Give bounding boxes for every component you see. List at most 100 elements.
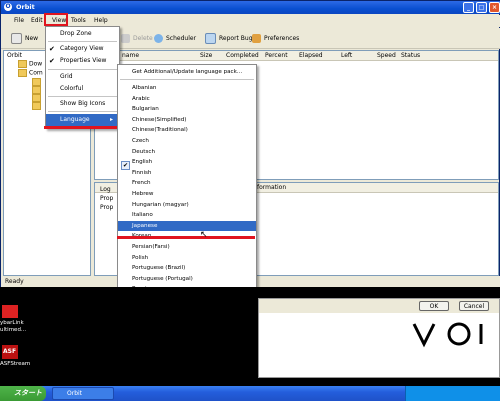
orbit-logo-icon: O <box>4 3 12 11</box>
column-header[interactable]: Percent <box>265 52 288 59</box>
column-header[interactable]: name <box>122 52 139 59</box>
menu-category-view[interactable]: ✔ Category View <box>46 43 119 55</box>
language-item[interactable]: Polish <box>118 253 256 264</box>
language-item[interactable]: Albanian <box>118 83 256 94</box>
menu-colorful[interactable]: Colorful <box>46 83 119 95</box>
tree-item-download[interactable]: Dow <box>18 60 42 68</box>
language-item[interactable]: Czech <box>118 136 256 147</box>
desktop-label: ybarLink <box>0 320 24 326</box>
delete-icon <box>121 34 130 43</box>
language-item[interactable]: Finnish <box>118 168 256 179</box>
menu-separator <box>120 79 254 80</box>
folder-icon <box>18 69 27 77</box>
submenu-arrow-icon: ▸ <box>110 116 114 123</box>
check-icon: ✔ <box>121 161 130 170</box>
language-item[interactable]: Italiano <box>118 210 256 221</box>
tree-item-completed[interactable]: Com <box>18 69 43 77</box>
menu-label: Properties View <box>60 57 107 64</box>
info-properties[interactable]: Prop <box>100 204 113 211</box>
language-item[interactable]: Japanese <box>118 220 256 232</box>
menu-separator <box>48 41 117 42</box>
report-bug-icon <box>205 33 216 44</box>
background-dialog: OK Cancel <box>258 298 500 378</box>
menu-separator <box>48 69 117 70</box>
system-tray <box>405 386 500 401</box>
tree-item-label: Dow <box>29 60 43 68</box>
folder-icon <box>18 60 27 68</box>
menu-separator <box>48 96 117 97</box>
desktop-label: ASFStream <box>0 361 31 367</box>
delete-button[interactable]: Delete <box>121 32 153 45</box>
maximize-button[interactable]: □ <box>476 2 487 13</box>
column-header[interactable]: Elapsed <box>299 52 323 59</box>
preferences-button[interactable]: Preferences <box>252 32 299 45</box>
column-header[interactable]: Size <box>200 52 212 59</box>
menu-label: Category View <box>60 45 104 52</box>
taskbar-item-orbit[interactable]: Orbit <box>52 387 114 400</box>
desktop-label: ultimed... <box>0 327 27 333</box>
language-item[interactable]: Chinese(Simplified) <box>118 115 256 126</box>
menu-show-big-icons[interactable]: Show Big Icons <box>46 98 119 110</box>
info-log[interactable]: Log <box>100 186 111 193</box>
menu-edit[interactable]: Edit <box>31 17 43 24</box>
check-icon: ✔ <box>49 45 55 53</box>
menu-label: Language <box>60 116 90 123</box>
language-item[interactable]: Bulgarian <box>118 104 256 115</box>
language-item[interactable]: Portuguese (Portugal) <box>118 274 256 285</box>
scheduler-icon <box>154 34 163 43</box>
tree-root-label: Orbit <box>7 52 23 59</box>
new-label: New <box>25 35 39 42</box>
mouse-cursor-icon: ↖ <box>200 230 208 240</box>
scheduler-label: Scheduler <box>166 35 197 42</box>
get-language-pack-item[interactable]: Get Additional/Update language pack... <box>118 67 256 78</box>
folder-icon[interactable] <box>32 94 43 102</box>
language-item[interactable]: Chinese(Traditional) <box>118 125 256 136</box>
menu-file[interactable]: File <box>14 17 24 24</box>
folder-icon[interactable] <box>32 86 43 94</box>
column-header[interactable]: Left <box>341 52 352 59</box>
status-text: Ready <box>5 278 24 285</box>
annotation-box <box>44 13 68 26</box>
report-bug-label: Report Bug <box>219 35 253 42</box>
grid-header: name Size Completed Percent Elapsed Left… <box>95 51 498 61</box>
start-button[interactable]: スタート <box>0 386 46 401</box>
menu-separator <box>48 111 117 112</box>
column-header[interactable]: Completed <box>226 52 259 59</box>
close-button[interactable]: × <box>489 2 500 13</box>
tree-root[interactable]: Orbit <box>7 52 22 59</box>
folder-icon[interactable] <box>32 102 43 110</box>
cyberlink-icon[interactable] <box>2 305 18 318</box>
vaio-logo <box>412 322 483 348</box>
new-button[interactable]: New <box>11 32 38 45</box>
tree-item-label: Com <box>29 69 43 77</box>
column-header[interactable]: Status <box>401 52 420 59</box>
view-menu: Drop Zone ✔ Category View ✔ Properties Vie… <box>45 26 120 129</box>
language-item[interactable]: Portuguese (Brazil) <box>118 263 256 274</box>
report-bug-button[interactable]: Report Bug <box>205 32 253 45</box>
asf-icon-text: ASF <box>3 348 17 355</box>
minimize-button[interactable]: _ <box>463 2 474 13</box>
scheduler-button[interactable]: Scheduler <box>154 32 196 45</box>
language-item[interactable]: English <box>118 157 256 168</box>
menu-tools[interactable]: Tools <box>71 17 86 24</box>
language-item[interactable]: Hebrew <box>118 189 256 200</box>
info-properties[interactable]: Prop <box>100 195 113 202</box>
menu-grid[interactable]: Grid <box>46 71 119 83</box>
menu-properties-view[interactable]: ✔ Properties View <box>46 55 119 67</box>
folder-icon[interactable] <box>32 78 43 86</box>
new-icon <box>11 33 22 44</box>
menu-language[interactable]: Language ▸ <box>46 114 119 126</box>
menu-drop-zone[interactable]: Drop Zone <box>46 28 119 40</box>
annotation-underline <box>117 236 255 239</box>
language-item[interactable]: Hungarian (magyar) <box>118 200 256 211</box>
menu-help[interactable]: Help <box>94 17 108 24</box>
info-header-label: formation <box>257 184 287 191</box>
cancel-button[interactable]: Cancel <box>459 301 489 311</box>
ok-button[interactable]: OK <box>419 301 449 311</box>
language-item[interactable]: French <box>118 178 256 189</box>
language-item[interactable]: Deutsch <box>118 147 256 158</box>
column-header[interactable]: Speed <box>377 52 396 59</box>
language-item[interactable]: Persian(Farsi) <box>118 242 256 253</box>
language-item[interactable]: Arabic <box>118 94 256 105</box>
asf-icon[interactable]: ASF <box>2 345 18 359</box>
